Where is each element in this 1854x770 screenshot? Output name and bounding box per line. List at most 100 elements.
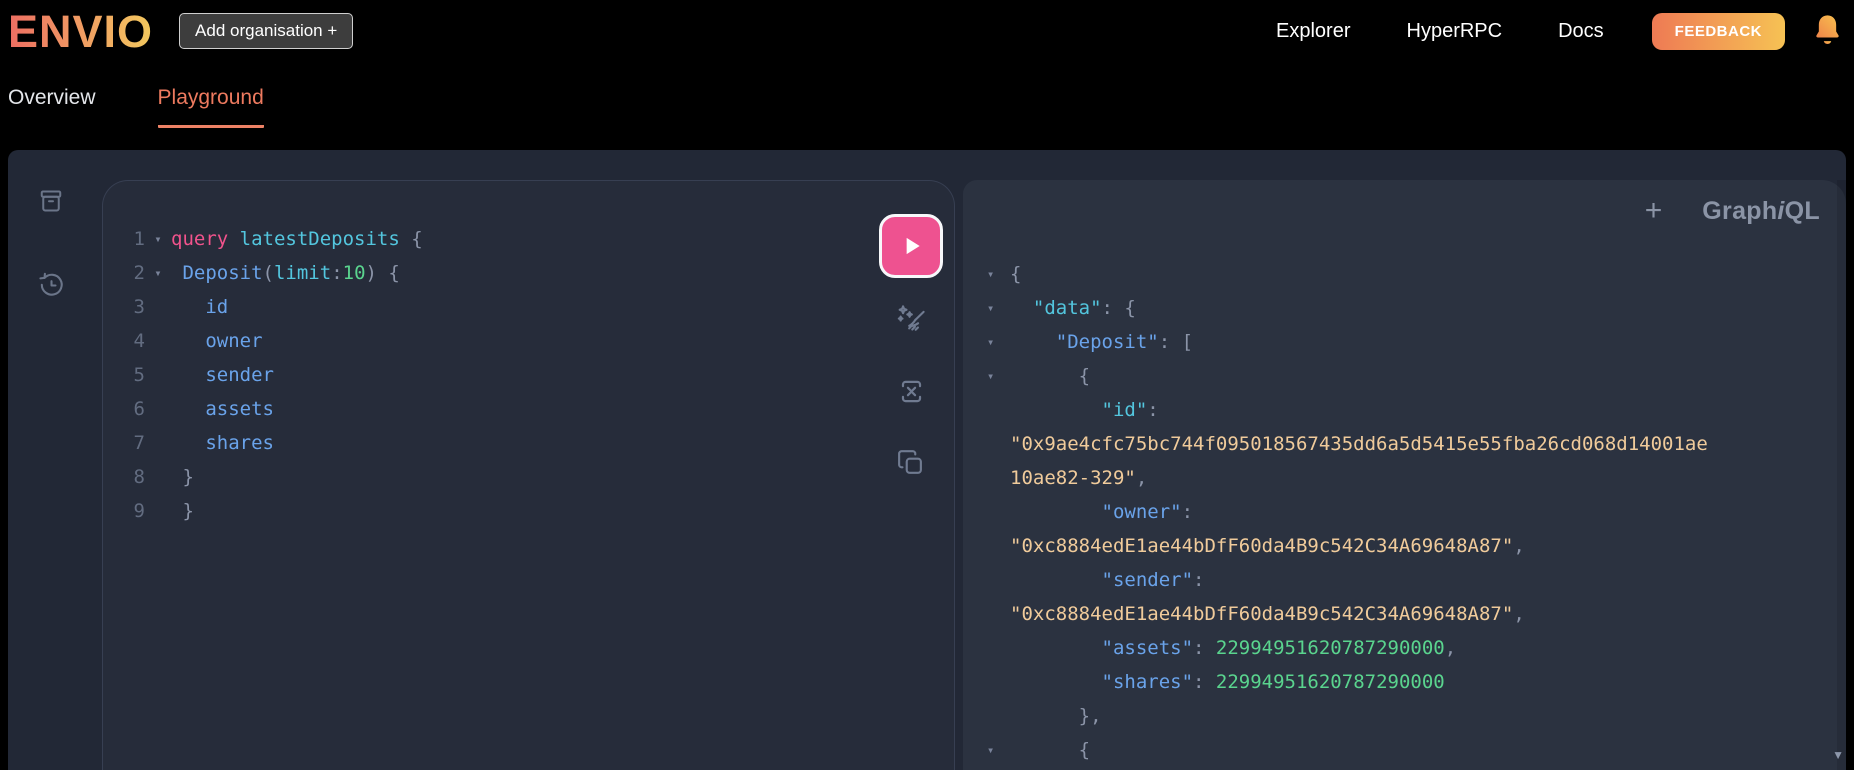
line-number: 2	[133, 262, 145, 284]
token-cyan: limit	[273, 262, 332, 284]
merge-icon[interactable]	[894, 374, 928, 408]
line-number: 9	[133, 500, 145, 522]
query-code-line: 6 assets	[103, 392, 854, 426]
notification-bell-icon[interactable]	[1811, 13, 1844, 49]
top-navigation-bar: ENVIO Add organisation + Explorer HyperR…	[0, 0, 1854, 62]
code-text: "id":	[1010, 393, 1159, 427]
token-punc: }	[171, 500, 194, 522]
code-text: shares	[171, 426, 274, 460]
code-text: },	[1010, 699, 1102, 733]
fold-gutter-spacer	[987, 529, 1005, 563]
response-header: + GraphiQL	[1645, 196, 1820, 226]
token-punc: },	[1010, 705, 1102, 727]
fold-gutter-spacer	[145, 358, 171, 392]
code-text: }	[171, 460, 194, 494]
token-punc: }	[171, 466, 194, 488]
query-editor-panel[interactable]: 1 ▾ query latestDeposits {2 ▾ Deposit(limit…	[102, 180, 955, 770]
execute-query-button[interactable]	[879, 214, 943, 278]
fold-arrow-icon[interactable]: ▾	[145, 222, 171, 256]
token-pink: query	[171, 228, 229, 250]
token-punc: :	[1193, 671, 1216, 693]
fold-gutter-spacer	[987, 563, 1005, 597]
code-text: id	[171, 290, 228, 324]
response-json-line: ▾ {	[963, 733, 1836, 767]
token-blue: shares	[205, 432, 274, 454]
token-blue: "sender"	[1101, 569, 1194, 591]
token-punc	[1010, 399, 1102, 421]
query-code-line: 1 ▾ query latestDeposits {	[103, 222, 854, 256]
fold-arrow-icon[interactable]: ▾	[987, 359, 1005, 393]
token-cyan: "data"	[1032, 297, 1102, 319]
graphiql-playground: 1 ▾ query latestDeposits {2 ▾ Deposit(limit…	[8, 150, 1846, 770]
prettify-icon[interactable]	[894, 302, 928, 336]
code-text: "owner":	[1010, 495, 1194, 529]
query-editor-code[interactable]: 1 ▾ query latestDeposits {2 ▾ Deposit(limit…	[103, 222, 854, 528]
token-str: 10ae82-329"	[1010, 467, 1136, 489]
code-text: assets	[171, 392, 274, 426]
fold-arrow-icon[interactable]: ▾	[145, 256, 171, 290]
code-text: "0x9ae4cfc75bc744f095018567435dd6a5d5415…	[1010, 427, 1708, 461]
token-str: "0xc8884edE1ae44bDfF60da4B9c542C34A69648…	[1010, 603, 1514, 625]
line-number: 1	[133, 228, 145, 250]
code-text: sender	[171, 358, 274, 392]
token-str: "0xc8884edE1ae44bDfF60da4B9c542C34A69648…	[1010, 535, 1514, 557]
add-organisation-button[interactable]: Add organisation +	[179, 13, 354, 49]
token-punc: {	[1010, 263, 1022, 285]
token-punc	[171, 296, 205, 318]
token-punc: ,	[1513, 603, 1525, 625]
code-text: {	[1010, 359, 1090, 393]
fold-gutter-spacer	[145, 494, 171, 528]
line-number: 7	[133, 432, 145, 454]
graphiql-logo: GraphiQL	[1702, 197, 1820, 226]
copy-icon[interactable]	[894, 446, 928, 480]
fold-arrow-icon[interactable]: ▾	[987, 291, 1005, 325]
graphiql-logo-graph: Graph	[1702, 196, 1778, 225]
scroll-down-arrow-icon[interactable]: ▼	[1832, 748, 1844, 762]
token-punc: ,	[1513, 535, 1525, 557]
response-scrollbar[interactable]	[1837, 180, 1846, 770]
tab-playground[interactable]: Playground	[157, 86, 264, 128]
response-json-viewer: ▾{▾ "data": {▾ "Deposit": [▾ { "id": "0x9…	[963, 257, 1836, 767]
fold-gutter-spacer	[987, 699, 1005, 733]
token-punc	[1010, 671, 1102, 693]
code-text: }	[171, 494, 194, 528]
response-json-line: 10ae82-329",	[963, 461, 1836, 495]
code-text: {	[1010, 733, 1090, 767]
token-punc: :	[1147, 399, 1159, 421]
add-tab-button[interactable]: +	[1645, 196, 1663, 226]
line-number: 3	[133, 296, 145, 318]
response-json-line: ▾ "Deposit": [	[963, 325, 1836, 359]
token-punc: ,	[1135, 467, 1148, 489]
nav-link-explorer[interactable]: Explorer	[1276, 20, 1350, 43]
token-punc	[1010, 297, 1033, 319]
fold-gutter-spacer	[987, 631, 1005, 665]
nav-link-docs[interactable]: Docs	[1558, 20, 1604, 43]
play-icon	[906, 237, 920, 255]
query-code-line: 3 id	[103, 290, 854, 324]
nav-link-hyperrpc[interactable]: HyperRPC	[1407, 20, 1503, 43]
fold-arrow-icon[interactable]: ▾	[987, 257, 1005, 291]
fold-gutter-spacer	[145, 290, 171, 324]
token-cyan: latestDeposits	[239, 228, 400, 250]
fold-gutter-spacer	[145, 426, 171, 460]
response-json-line: ▾ {	[963, 359, 1836, 393]
response-json-line: },	[963, 699, 1836, 733]
fold-gutter-spacer	[987, 427, 1005, 461]
history-icon[interactable]	[34, 268, 68, 302]
graphiql-logo-ql: QL	[1784, 196, 1820, 225]
fold-arrow-icon[interactable]: ▾	[987, 733, 1005, 767]
fold-arrow-icon[interactable]: ▾	[987, 325, 1005, 359]
docs-explorer-icon[interactable]	[34, 184, 68, 218]
response-json-line: "0xc8884edE1ae44bDfF60da4B9c542C34A69648…	[963, 529, 1836, 563]
fold-gutter-spacer	[145, 460, 171, 494]
feedback-button[interactable]: FEEDBACK	[1651, 12, 1785, 50]
token-str: "0x9ae4cfc75bc744f095018567435dd6a5d5415…	[1010, 433, 1708, 455]
token-punc: {	[1010, 365, 1091, 387]
token-cyan: "id"	[1101, 399, 1148, 421]
fold-gutter-spacer	[145, 324, 171, 358]
tab-overview[interactable]: Overview	[8, 86, 96, 110]
code-text: "sender":	[1010, 563, 1205, 597]
token-punc: {	[1010, 739, 1091, 761]
token-punc: : [	[1158, 331, 1194, 353]
response-json-line: ▾{	[963, 257, 1836, 291]
